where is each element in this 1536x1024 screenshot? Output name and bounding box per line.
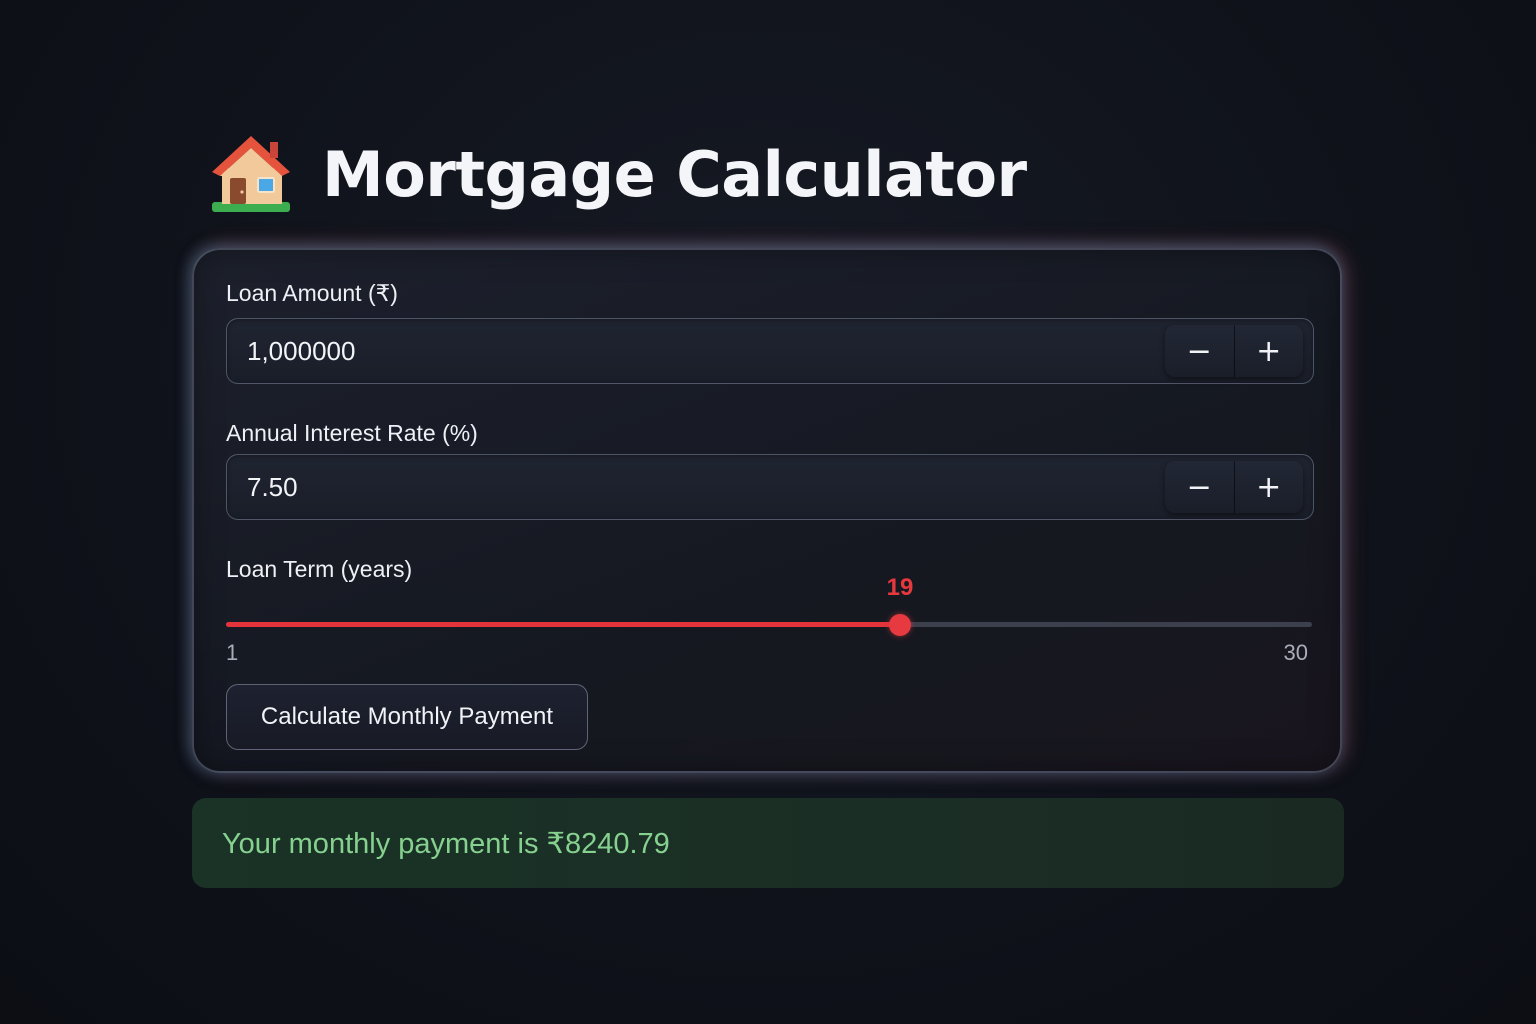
result-banner: Your monthly payment is ₹8240.79 <box>192 798 1344 888</box>
slider-value-label: 19 <box>886 574 914 601</box>
interest-rate-stepper: − + <box>1165 461 1303 513</box>
calculator-card: Loan Amount (₹) − + Annual Interest Rate… <box>192 248 1342 773</box>
loan-amount-field: − + <box>226 318 1314 384</box>
loan-amount-input[interactable] <box>227 319 1157 383</box>
calculate-monthly-payment-button[interactable]: Calculate Monthly Payment <box>226 684 588 750</box>
interest-rate-increment-button[interactable]: + <box>1233 461 1303 513</box>
interest-rate-field: − + <box>226 454 1314 520</box>
loan-amount-decrement-button[interactable]: − <box>1165 325 1234 377</box>
slider-thumb[interactable] <box>889 614 911 636</box>
title-row: Mortgage Calculator <box>208 132 1027 216</box>
monthly-payment-result: Your monthly payment is ₹8240.79 <box>222 827 670 860</box>
loan-term-label: Loan Term (years) <box>226 556 413 582</box>
loan-amount-stepper: − + <box>1165 325 1303 377</box>
slider-max-label: 30 <box>1283 640 1308 665</box>
slider-fill <box>226 622 900 627</box>
interest-rate-label: Annual Interest Rate (%) <box>226 420 478 446</box>
house-icon <box>212 136 290 212</box>
interest-rate-decrement-button[interactable]: − <box>1165 461 1234 513</box>
interest-rate-input[interactable] <box>227 455 1157 519</box>
loan-amount-increment-button[interactable]: + <box>1233 325 1303 377</box>
mortgage-calculator-app: Mortgage Calculator Loan Amount (₹) − + … <box>0 0 1536 1024</box>
slider-min-label: 1 <box>226 640 239 665</box>
page-title: Mortgage Calculator <box>322 137 1027 211</box>
loan-term-slider[interactable]: 19 <box>226 574 1314 640</box>
loan-amount-label: Loan Amount (₹) <box>226 280 398 306</box>
